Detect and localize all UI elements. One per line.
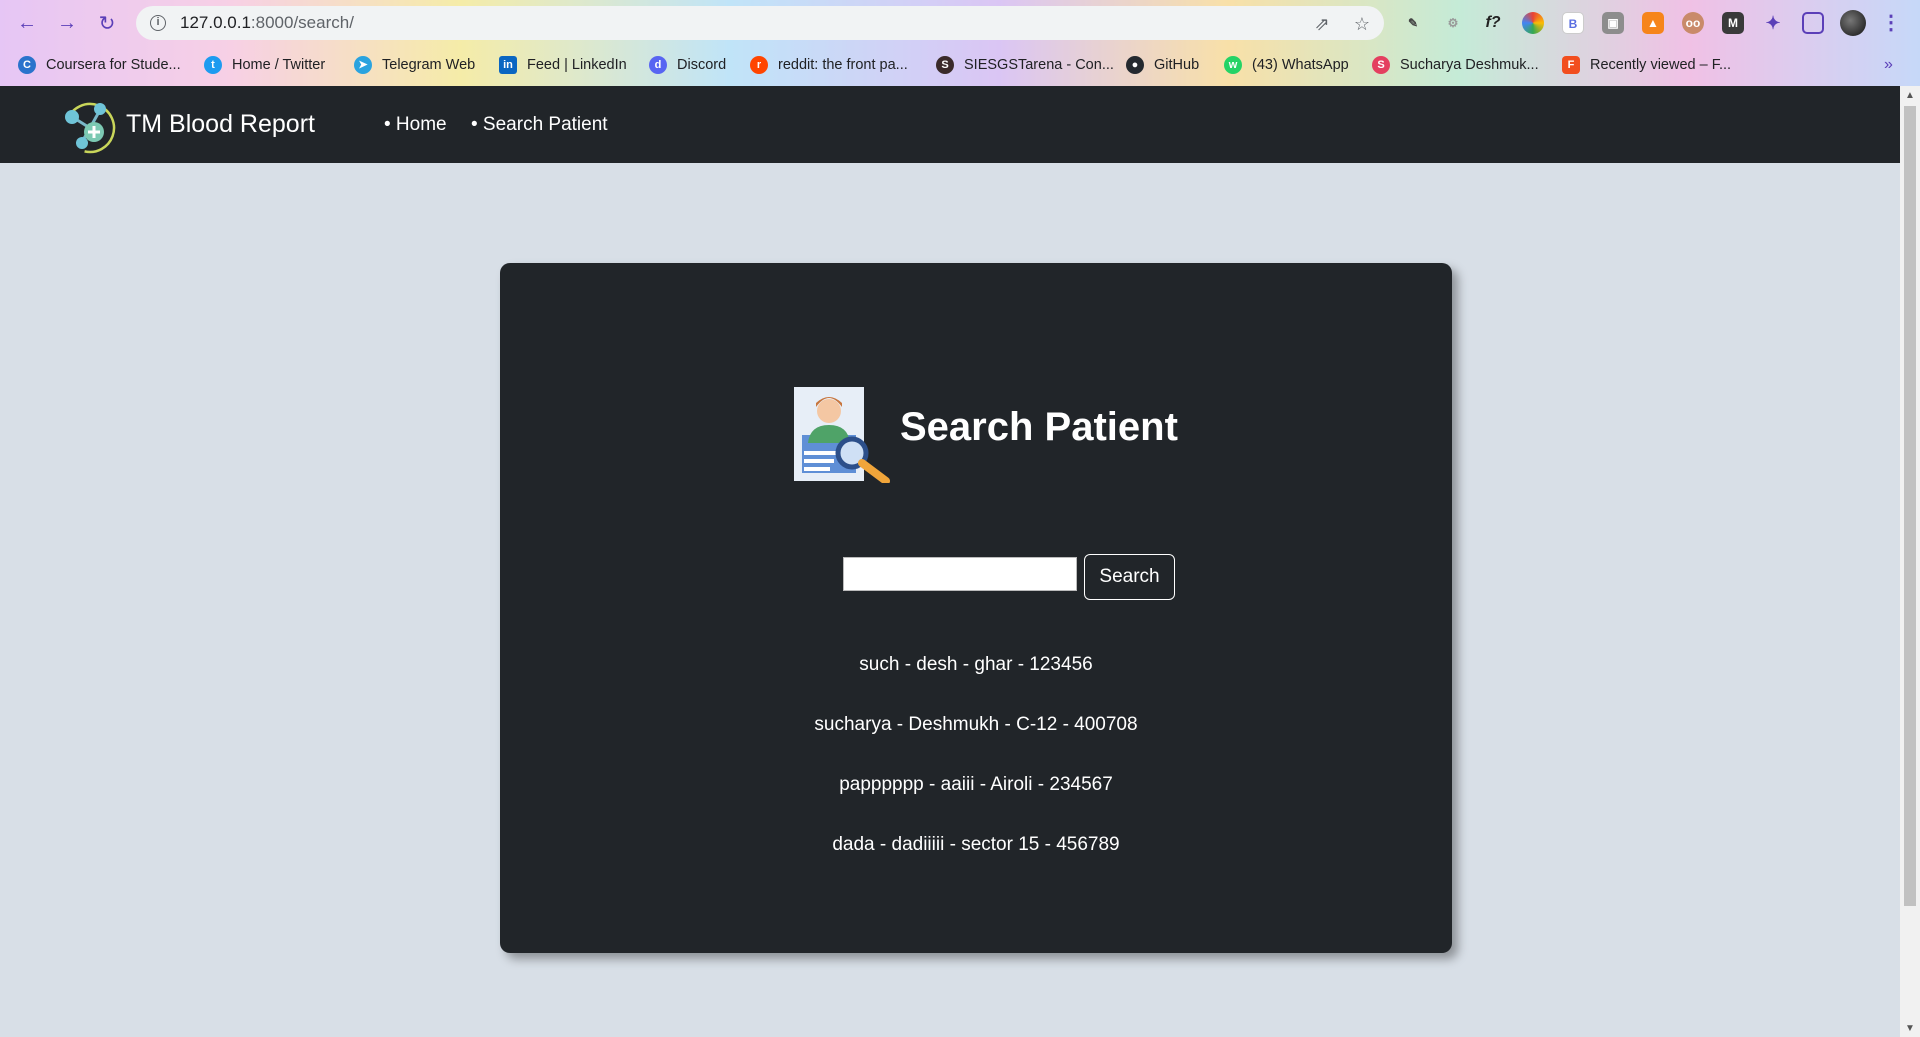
owl-extension-icon[interactable]: oo xyxy=(1682,12,1704,34)
side-panel-icon[interactable] xyxy=(1802,12,1824,34)
bookmark-telegram[interactable]: ➤ Telegram Web xyxy=(354,54,475,76)
site-info-icon[interactable]: i xyxy=(150,15,166,31)
sucharya-icon: S xyxy=(1372,56,1390,74)
scroll-thumb[interactable] xyxy=(1904,106,1916,906)
patient-search-icon xyxy=(794,387,890,483)
search-card: Search Patient Search such - desh - ghar… xyxy=(500,263,1452,953)
linkedin-icon: in xyxy=(499,56,517,74)
bookmark-github[interactable]: ● GitHub xyxy=(1126,54,1199,76)
bookmark-label: Telegram Web xyxy=(382,57,476,73)
discord-icon: d xyxy=(649,56,667,74)
bookmarks-overflow-label: » xyxy=(1884,56,1893,73)
browser-toolbar: ← → ↻ i 127.0.0.1:8000/search/ ⇗ ☆ ✎ ⚙ f… xyxy=(0,0,1920,46)
eyedropper-extension-icon[interactable]: ✎ xyxy=(1402,12,1424,34)
page-title: Search Patient xyxy=(900,405,1178,449)
bookmark-label: Recently viewed – F... xyxy=(1590,57,1732,73)
blood-report-logo-icon[interactable] xyxy=(60,98,116,154)
bookmarks-overflow-button[interactable]: » xyxy=(1884,54,1893,76)
search-input[interactable] xyxy=(843,557,1077,591)
bookmark-label: Feed | LinkedIn xyxy=(527,57,627,73)
scroll-up-arrow-icon[interactable]: ▲ xyxy=(1900,88,1920,104)
bookmark-reddit[interactable]: r reddit: the front pa... xyxy=(750,54,908,76)
whatsapp-icon: w xyxy=(1224,56,1242,74)
bookmark-siesgst[interactable]: S SIESGSTarena - Con... xyxy=(936,54,1114,76)
bookmark-label: GitHub xyxy=(1154,57,1200,73)
gear-extension-icon[interactable]: ⚙ xyxy=(1442,12,1464,34)
metamask-extension-icon[interactable]: ▲ xyxy=(1642,12,1664,34)
url-host: 127.0.0.1 xyxy=(180,13,251,32)
bookmark-figma[interactable]: F Recently viewed – F... xyxy=(1562,54,1731,76)
bookmark-discord[interactable]: d Discord xyxy=(649,54,726,76)
bookmark-whatsapp[interactable]: w (43) WhatsApp xyxy=(1224,54,1349,76)
twitter-icon: t xyxy=(204,56,222,74)
siesgst-icon: S xyxy=(936,56,954,74)
url-text[interactable]: 127.0.0.1:8000/search/ xyxy=(180,13,354,33)
reload-icon[interactable]: ↻ xyxy=(94,10,120,36)
puzzle-extensions-icon[interactable]: ✦ xyxy=(1762,12,1784,34)
bookmark-star-icon[interactable]: ☆ xyxy=(1352,14,1372,34)
coursera-icon: C xyxy=(18,56,36,74)
fonts-extension-icon[interactable]: f? xyxy=(1482,12,1504,34)
scroll-down-arrow-icon[interactable]: ▼ xyxy=(1900,1021,1920,1037)
nav-link-home[interactable]: • Home xyxy=(384,114,447,136)
forward-icon[interactable]: → xyxy=(54,10,80,36)
page-scrollbar[interactable]: ▲ ▼ xyxy=(1900,86,1920,1037)
back-icon[interactable]: ← xyxy=(14,10,40,36)
github-icon: ● xyxy=(1126,56,1144,74)
profile-avatar[interactable] xyxy=(1840,10,1866,36)
bookmark-coursera[interactable]: C Coursera for Stude... xyxy=(18,54,181,76)
m-extension-icon[interactable]: M xyxy=(1722,12,1744,34)
bookmark-twitter[interactable]: t Home / Twitter xyxy=(204,54,325,76)
url-path: :8000/search/ xyxy=(250,13,354,32)
figma-icon: F xyxy=(1562,56,1580,74)
bookmark-label: Coursera for Stude... xyxy=(46,57,181,73)
telegram-icon: ➤ xyxy=(354,56,372,74)
patient-result-item: dada - dadiiiii - sector 15 - 456789 xyxy=(832,834,1120,855)
bookmark-linkedin[interactable]: in Feed | LinkedIn xyxy=(499,54,627,76)
bookmark-label: Home / Twitter xyxy=(232,57,326,73)
b-extension-icon[interactable]: B xyxy=(1562,12,1584,34)
site-navbar: TM Blood Report • Home • Search Patient xyxy=(0,86,1900,163)
browser-chrome: ← → ↻ i 127.0.0.1:8000/search/ ⇗ ☆ ✎ ⚙ f… xyxy=(0,0,1920,86)
search-button[interactable]: Search xyxy=(1084,554,1175,600)
reddit-icon: r xyxy=(750,56,768,74)
bookmark-label: SIESGSTarena - Con... xyxy=(964,57,1114,73)
patient-result-item: papppppp - aaiii - Airoli - 234567 xyxy=(839,774,1113,795)
cube-extension-icon[interactable]: ▣ xyxy=(1602,12,1624,34)
bookmark-sucharya[interactable]: S Sucharya Deshmuk... xyxy=(1372,54,1539,76)
brand-title[interactable]: TM Blood Report xyxy=(126,110,315,139)
bookmark-label: Sucharya Deshmuk... xyxy=(1400,57,1539,73)
patient-result-item: such - desh - ghar - 123456 xyxy=(859,654,1093,675)
address-bar[interactable]: i 127.0.0.1:8000/search/ ⇗ ☆ xyxy=(136,6,1384,40)
nav-link-search-patient[interactable]: • Search Patient xyxy=(471,114,608,136)
bookmark-label: reddit: the front pa... xyxy=(778,57,908,73)
bookmark-label: (43) WhatsApp xyxy=(1252,57,1349,73)
bookmark-label: Discord xyxy=(677,57,727,73)
kebab-menu-icon[interactable]: ⋮ xyxy=(1880,12,1902,34)
patient-result-item: sucharya - Deshmukh - C-12 - 400708 xyxy=(814,714,1138,735)
color-extension-icon[interactable] xyxy=(1522,12,1544,34)
share-icon[interactable]: ⇗ xyxy=(1312,14,1332,34)
search-results: such - desh - ghar - 123456 sucharya - D… xyxy=(500,653,1452,893)
bookmarks-bar: C Coursera for Stude... t Home / Twitter ➤… xyxy=(0,50,1920,80)
